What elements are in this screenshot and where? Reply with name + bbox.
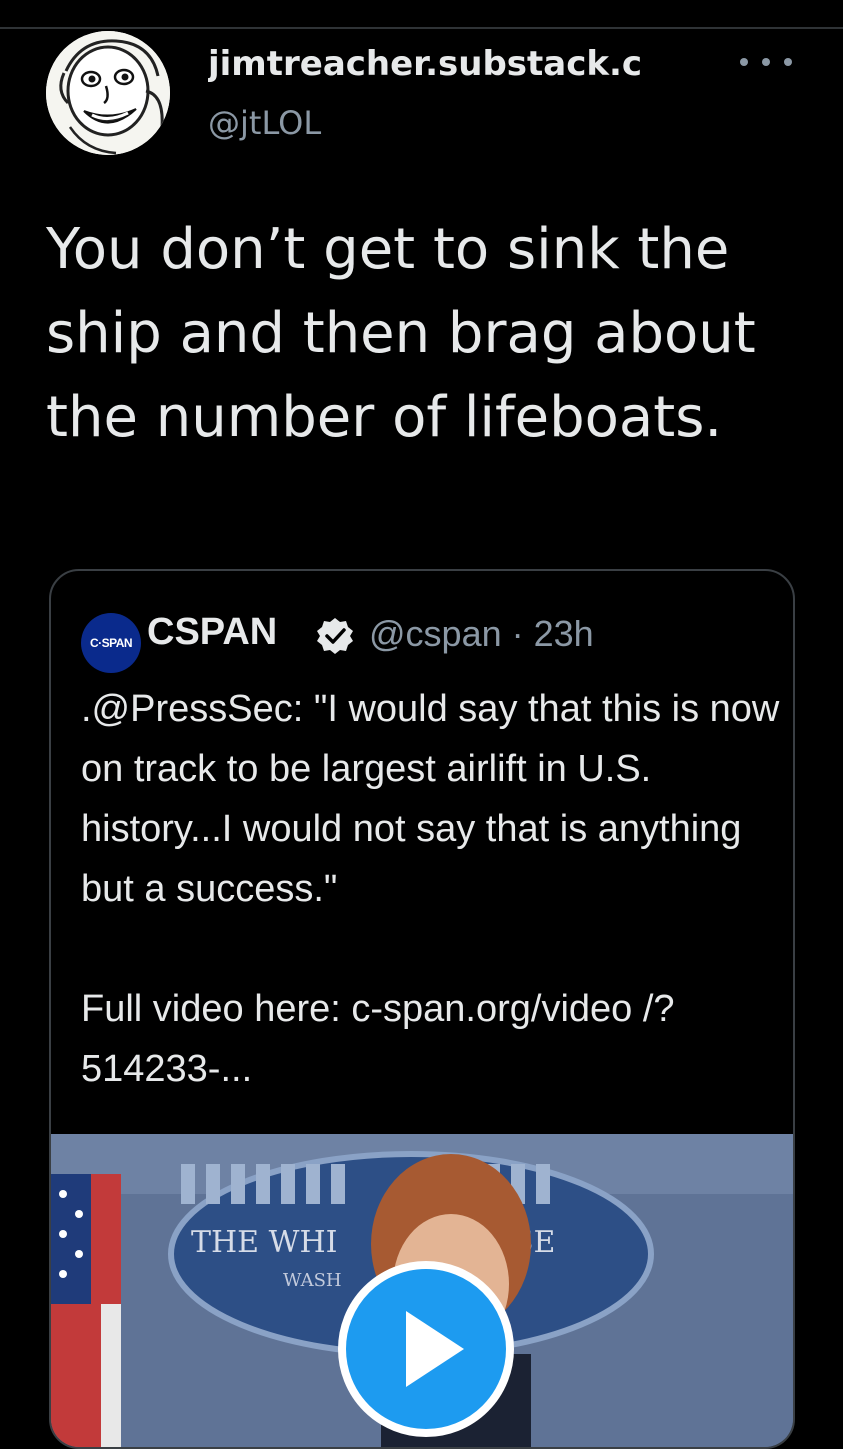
user-handle[interactable]: @jtLOL — [208, 104, 321, 142]
quoted-text-video-link[interactable]: Full video here: c-span.org/video /?5142… — [81, 979, 781, 1099]
quoted-tweet-text: .@PressSec: "I would say that this is no… — [81, 679, 781, 1099]
quoted-display-name[interactable]: CSPAN — [147, 611, 277, 654]
more-horizontal-icon — [740, 58, 792, 66]
tweet-text: You don’t get to sink the ship and then … — [46, 217, 756, 450]
top-divider — [0, 27, 843, 29]
more-options-button[interactable] — [738, 48, 794, 76]
display-name[interactable]: jimtreacher.substack.c — [208, 44, 693, 84]
quoted-avatar[interactable]: C·SPAN — [81, 613, 141, 673]
sign-text-3: WASH — [283, 1270, 342, 1291]
video-thumbnail[interactable]: THE WHI SE WASH — [51, 1134, 793, 1447]
quoted-text-quote: .@PressSec: "I would say that this is no… — [81, 688, 780, 910]
quoted-tweet-card[interactable]: C·SPAN CSPAN @cspan · 23h .@PressSec: "I… — [49, 569, 795, 1449]
play-icon[interactable] — [336, 1259, 516, 1439]
avatar-cartoon-face-image — [46, 31, 170, 155]
avatar[interactable] — [46, 31, 170, 155]
sign-text-1: THE WHI — [191, 1225, 337, 1260]
verified-badge-icon — [317, 618, 353, 654]
quoted-handle-and-time[interactable]: @cspan · 23h — [369, 613, 594, 655]
